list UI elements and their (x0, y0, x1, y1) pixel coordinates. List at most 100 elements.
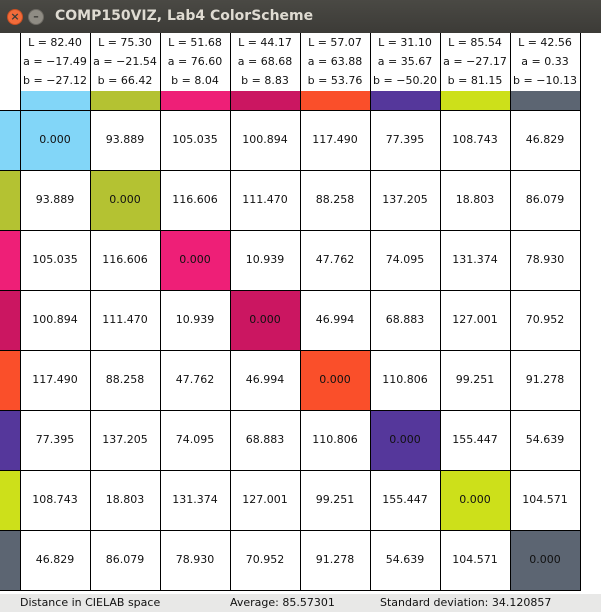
distance-cell: 111.470 (102, 313, 148, 326)
distance-cell: 104.571 (452, 553, 498, 566)
distance-cell: 54.639 (525, 433, 565, 446)
distance-cell: 127.001 (452, 313, 498, 326)
lab-values-column: L = 44.17 a = 68.68 b = 8.83 (230, 33, 300, 91)
lab-b-value: b = −27.12 (23, 74, 87, 87)
grid-line-vertical (440, 33, 441, 590)
distance-cell: 46.829 (35, 553, 75, 566)
distance-cell: 108.743 (32, 493, 78, 506)
distance-cell: 88.258 (315, 193, 355, 206)
distance-cell: 18.803 (455, 193, 495, 206)
color-swatch-row (0, 110, 20, 170)
lab-values-column: L = 85.54 a = −27.17 b = 81.15 (440, 33, 510, 91)
distance-cell: 46.829 (525, 133, 565, 146)
distance-cell: 108.743 (452, 133, 498, 146)
lab-L-value: L = 31.10 (378, 36, 432, 49)
color-swatch-row (0, 410, 20, 470)
distance-cell: 155.447 (452, 433, 498, 446)
lab-L-value: L = 57.07 (308, 36, 362, 49)
lab-values-column: L = 82.40 a = −17.49 b = −27.12 (20, 33, 90, 91)
lab-a-value: a = −17.49 (23, 55, 87, 68)
color-swatch-column (160, 91, 230, 110)
lab-b-value: b = 53.76 (307, 74, 363, 87)
distance-cell: 77.395 (35, 433, 75, 446)
distance-cell: 117.490 (32, 373, 78, 386)
grid-line-horizontal (0, 410, 581, 411)
lab-values-column: L = 57.07 a = 63.88 b = 53.76 (300, 33, 370, 91)
distance-cell: 105.035 (32, 253, 78, 266)
distance-cell: 74.095 (175, 433, 215, 446)
distance-cell: 46.994 (245, 373, 285, 386)
grid-line-vertical (300, 33, 301, 590)
grid-line-horizontal (0, 590, 581, 591)
distance-cell: 0.000 (160, 230, 230, 290)
color-swatch-row (0, 350, 20, 410)
lab-values-column: L = 51.68 a = 76.60 b = 8.04 (160, 33, 230, 91)
distance-cell: 86.079 (105, 553, 145, 566)
distance-cell: 0.000 (230, 290, 300, 350)
grid-line-vertical (20, 33, 21, 590)
color-swatch-column (20, 91, 90, 110)
distance-cell: 0.000 (300, 350, 370, 410)
distance-cell: 0.000 (90, 170, 160, 230)
stddev-label: Standard deviation: 34.120857 (380, 596, 552, 609)
grid-line-horizontal (0, 350, 581, 351)
distance-cell: 93.889 (105, 133, 145, 146)
distance-cell: 93.889 (35, 193, 75, 206)
lab-L-value: L = 85.54 (448, 36, 502, 49)
lab-values-column: L = 75.30 a = −21.54 b = 66.42 (90, 33, 160, 91)
close-icon[interactable]: × (7, 9, 23, 25)
distance-cell: 100.894 (32, 313, 78, 326)
lab-a-value: a = 0.33 (521, 55, 569, 68)
distance-cell: 91.278 (525, 373, 565, 386)
distance-cell: 116.606 (102, 253, 148, 266)
distance-cell: 10.939 (245, 253, 285, 266)
grid-line-horizontal (0, 530, 581, 531)
grid-line-vertical (580, 33, 581, 590)
lab-b-value: b = 81.15 (447, 74, 503, 87)
distance-cell: 70.952 (245, 553, 285, 566)
lab-a-value: a = 76.60 (167, 55, 223, 68)
grid-line-vertical (230, 33, 231, 590)
distance-cell: 74.095 (385, 253, 425, 266)
lab-L-value: L = 42.56 (518, 36, 572, 49)
distance-cell: 47.762 (315, 253, 355, 266)
distance-cell: 91.278 (315, 553, 355, 566)
grid-line-vertical (160, 33, 161, 590)
distance-cell: 77.395 (385, 133, 425, 146)
distance-cell: 137.205 (382, 193, 428, 206)
distance-cell: 88.258 (105, 373, 145, 386)
lab-L-value: L = 44.17 (238, 36, 292, 49)
distance-cell: 70.952 (525, 313, 565, 326)
distance-cell: 104.571 (522, 493, 568, 506)
lab-a-value: a = −27.17 (443, 55, 507, 68)
lab-values-column: L = 42.56 a = 0.33 b = −10.13 (510, 33, 580, 91)
distance-cell: 0.000 (440, 470, 510, 530)
distance-cell: 68.883 (245, 433, 285, 446)
distance-space-label: Distance in CIELAB space (20, 596, 161, 609)
distance-cell: 110.806 (382, 373, 428, 386)
minimize-icon[interactable]: – (28, 9, 44, 25)
lab-a-value: a = 68.68 (237, 55, 293, 68)
lab-L-value: L = 82.40 (28, 36, 82, 49)
average-label: Average: 85.57301 (230, 596, 335, 609)
distance-cell: 116.606 (172, 193, 218, 206)
distance-cell: 86.079 (525, 193, 565, 206)
color-swatch-column (370, 91, 440, 110)
grid-line-horizontal (0, 170, 581, 171)
distance-cell: 18.803 (105, 493, 145, 506)
distance-cell: 78.930 (525, 253, 565, 266)
grid-line-horizontal (0, 470, 581, 471)
lab-b-value: b = −50.20 (373, 74, 437, 87)
grid-line-horizontal (0, 230, 581, 231)
distance-cell: 99.251 (315, 493, 355, 506)
distance-cell: 0.000 (510, 530, 580, 590)
lab-L-value: L = 51.68 (168, 36, 222, 49)
color-swatch-column (510, 91, 580, 110)
lab-a-value: a = 63.88 (307, 55, 363, 68)
distance-cell: 0.000 (370, 410, 440, 470)
lab-b-value: b = 8.83 (241, 74, 289, 87)
distance-cell: 110.806 (312, 433, 358, 446)
lab-L-value: L = 75.30 (98, 36, 152, 49)
distance-cell: 99.251 (455, 373, 495, 386)
distance-cell: 47.762 (175, 373, 215, 386)
